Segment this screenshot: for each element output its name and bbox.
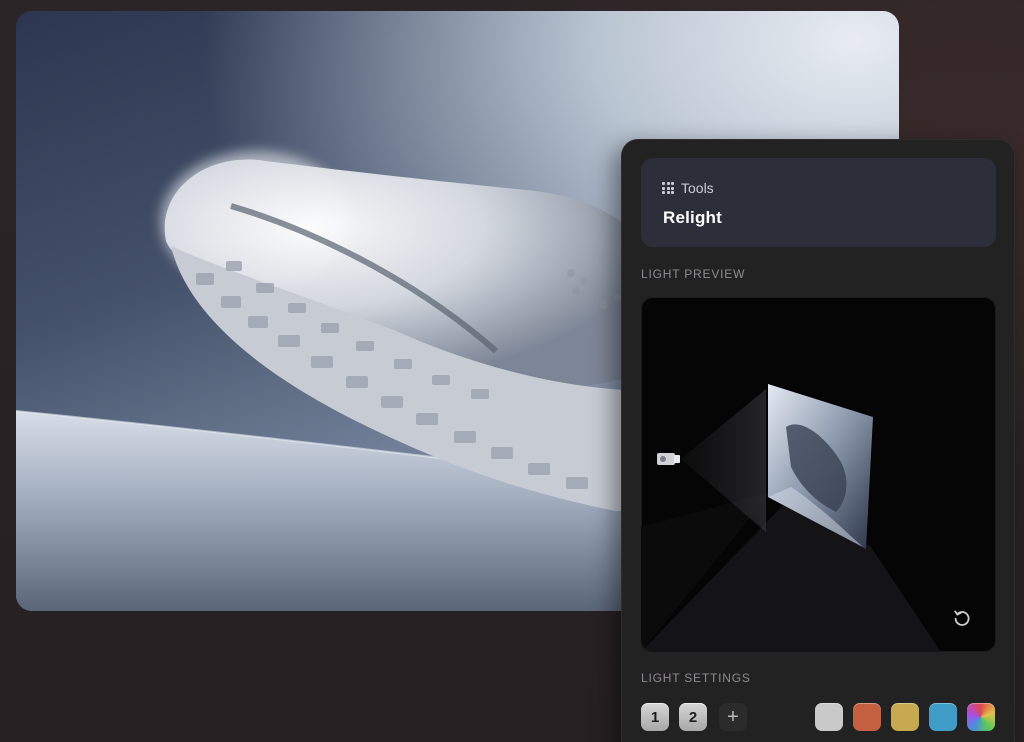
light-2-button[interactable]: 2	[679, 703, 707, 731]
grid-icon	[662, 182, 674, 194]
app-stage: Tools Relight LIGHT PREVIEW LIGHT SETTIN…	[0, 0, 1024, 742]
tools-label: Tools	[681, 180, 714, 196]
tools-header[interactable]: Tools	[662, 180, 714, 196]
light-settings-row: 1 2 +	[641, 702, 996, 732]
light-source-icon[interactable]	[657, 453, 680, 465]
swatch-multicolor[interactable]	[967, 703, 995, 731]
swatch-white[interactable]	[815, 703, 843, 731]
swatch-yellow[interactable]	[891, 703, 919, 731]
light-preview-scene	[641, 384, 941, 652]
light-settings-label: LIGHT SETTINGS	[641, 671, 751, 685]
light-preview-label: LIGHT PREVIEW	[641, 267, 746, 281]
swatch-blue[interactable]	[929, 703, 957, 731]
tool-title: Relight	[663, 208, 723, 227]
light-preview-viewport[interactable]	[641, 297, 996, 652]
swatch-orange[interactable]	[853, 703, 881, 731]
light-1-button[interactable]: 1	[641, 703, 669, 731]
relight-panel: Tools Relight LIGHT PREVIEW LIGHT SETTIN…	[622, 140, 1014, 742]
tools-card[interactable]: Tools Relight	[641, 158, 996, 247]
add-light-button[interactable]: +	[719, 703, 747, 731]
reset-icon[interactable]	[952, 608, 978, 634]
